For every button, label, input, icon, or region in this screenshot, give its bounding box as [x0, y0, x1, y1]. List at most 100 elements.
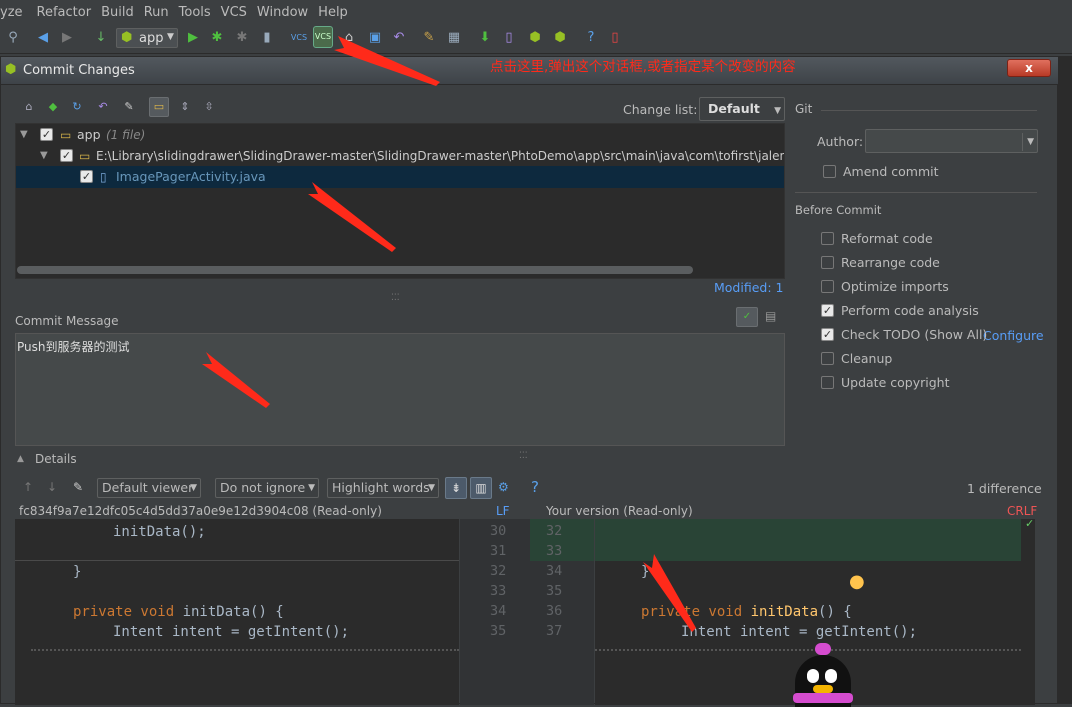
move-to-changelist-icon[interactable]: ◆ — [45, 99, 61, 115]
git-panel-divider — [795, 192, 1037, 193]
debug-icon[interactable]: ✱ — [208, 29, 226, 47]
settings-icon[interactable]: ✎ — [420, 29, 438, 47]
forward-icon[interactable]: ▶ — [58, 29, 76, 47]
collapse-unchanged-icon[interactable]: ⇟ — [445, 477, 467, 499]
right-line-ending: CRLF — [1007, 504, 1038, 518]
menu-help[interactable]: Help — [318, 5, 356, 20]
phone-icon[interactable]: ▯ — [606, 29, 624, 47]
left-revision-title: fc834f9a7e12dfc05c4d5dd37a0e9e12d3904c08… — [19, 504, 382, 518]
option-checkbox[interactable] — [821, 256, 834, 269]
author-select[interactable]: ▼ — [865, 129, 1038, 153]
option-checkbox[interactable] — [821, 376, 834, 389]
menu-window[interactable]: Window — [257, 5, 316, 20]
main-toolbar: ⚲ ◀ ▶ ↓ ⬢ app ▼ ▶ ✱ ✱ ▮ VCS VCS ⌂ ▣ ↶ ✎ … — [0, 24, 1072, 54]
tree-row-file[interactable]: ✓ ▯ ImagePagerActivity.java — [16, 166, 784, 188]
run-config-select[interactable]: ⬢ app ▼ — [116, 28, 178, 48]
code-line: Intent intent = getIntent(); — [681, 624, 918, 640]
commit-message-input[interactable]: Push到服务器的测试 — [15, 333, 785, 446]
highlight-select[interactable]: Highlight words ▼ — [327, 478, 439, 498]
horizontal-scrollbar[interactable] — [17, 266, 693, 274]
expand-all-icon[interactable]: ⇕ — [177, 99, 193, 115]
left-line-ending: LF — [496, 504, 510, 518]
folder-icon: ▭ — [79, 149, 91, 163]
checkbox-module[interactable]: ✓ — [40, 128, 53, 141]
expand-icon[interactable]: ▼ — [40, 145, 48, 167]
author-label: Author: — [817, 134, 864, 149]
checkbox-directory[interactable]: ✓ — [60, 149, 73, 162]
run-icon[interactable]: ▶ — [184, 29, 202, 47]
search-icon[interactable]: ⚲ — [4, 29, 22, 47]
option-checkbox[interactable] — [821, 280, 834, 293]
commit-changes-dialog: ⬢ Commit Changes x ⌂ ◆ ↻ ↶ ✎ ▭ ⇕ ⇳ Chang… — [0, 56, 1059, 707]
gear-icon[interactable]: ⚙ — [498, 480, 509, 494]
tree-row-directory[interactable]: ▼ ✓ ▭ E:\Library\slidingdrawer\SlidingDr… — [16, 145, 784, 167]
avd-manager-icon[interactable]: ▯ — [500, 29, 518, 47]
sdk-manager-icon[interactable]: ⬇ — [476, 29, 494, 47]
expand-icon[interactable]: ▼ — [20, 124, 28, 146]
message-history-icon[interactable]: ▤ — [765, 309, 776, 323]
vcs-push-icon[interactable]: ⌂ — [340, 29, 358, 47]
code-line: initData(); — [113, 524, 206, 540]
sync-scroll-icon[interactable]: ▥ — [470, 477, 492, 499]
make-icon[interactable]: ↓ — [92, 29, 110, 47]
option-checkbox[interactable] — [821, 232, 834, 245]
option-checkbox[interactable]: ✓ — [821, 304, 834, 317]
vcs-diff-icon[interactable]: ⌂ — [21, 99, 37, 115]
edit-icon[interactable]: ✎ — [73, 480, 83, 494]
menu-refactor[interactable]: Refactor — [37, 5, 100, 20]
menu-vcs[interactable]: VCS — [221, 5, 255, 20]
git-section-divider — [821, 110, 1037, 111]
viewer-select[interactable]: Default viewer ▼ — [97, 478, 201, 498]
file-name: ImagePagerActivity.java — [116, 169, 266, 184]
menu-tools[interactable]: Tools — [179, 5, 219, 20]
ignore-select[interactable]: Do not ignore ▼ — [215, 478, 319, 498]
intention-bulb-icon[interactable]: ● — [849, 571, 865, 592]
code-line: } — [73, 564, 82, 580]
vcs-commit-icon[interactable]: VCS — [313, 26, 333, 48]
splitter-grip[interactable]: ⁚⁚⁚ — [391, 293, 400, 303]
checkbox-file[interactable]: ✓ — [80, 170, 93, 183]
revert-icon[interactable]: ↶ — [390, 29, 408, 47]
vcs-update-icon[interactable]: VCS — [290, 29, 308, 47]
previous-difference-icon[interactable]: ↑ — [23, 480, 33, 494]
attach-icon[interactable]: ✱ — [233, 29, 251, 47]
android-device-icon[interactable]: ⬢ — [551, 29, 569, 47]
group-by-directory-icon[interactable]: ▭ — [149, 97, 169, 117]
next-difference-icon[interactable]: ↓ — [47, 480, 57, 494]
device-monitor-icon[interactable]: ⬢ — [526, 29, 544, 47]
spellcheck-icon[interactable]: ✓ — [736, 307, 758, 327]
directory-path: E:\Library\slidingdrawer\SlidingDrawer-m… — [96, 149, 784, 163]
project-structure-icon[interactable]: ▦ — [445, 29, 463, 47]
changelist-select[interactable]: Default ▼ — [699, 97, 785, 121]
details-collapse-icon[interactable]: ▲ — [17, 454, 24, 464]
option-label: Cleanup — [841, 351, 893, 366]
right-revision-title: Your version (Read-only) — [546, 504, 693, 518]
difference-count: 1 difference — [967, 481, 1042, 496]
edit-source-icon[interactable]: ✎ — [121, 99, 137, 115]
option-checkbox[interactable]: ✓ — [821, 328, 834, 341]
menu-run[interactable]: Run — [144, 5, 177, 20]
menu-build[interactable]: Build — [101, 5, 142, 20]
left-line-number: 30 — [490, 523, 507, 539]
right-line-number: 32 — [546, 523, 563, 539]
refresh-icon[interactable]: ↻ — [69, 99, 85, 115]
back-icon[interactable]: ◀ — [34, 29, 52, 47]
help-icon[interactable]: ? — [582, 29, 600, 47]
right-line-number: 35 — [546, 583, 563, 599]
tree-row-module[interactable]: ▼ ✓ ▭ app (1 file) — [16, 124, 784, 146]
close-button[interactable]: x — [1007, 59, 1051, 77]
background-window-edge — [1058, 56, 1072, 704]
splitter-grip[interactable]: ⁚⁚⁚ — [519, 451, 528, 461]
option-checkbox[interactable] — [821, 352, 834, 365]
collapse-all-icon[interactable]: ⇳ — [201, 99, 217, 115]
chevron-down-icon: ▼ — [1022, 133, 1034, 151]
sync-icon[interactable]: ▮ — [258, 29, 276, 47]
vcs-history-icon[interactable]: ▣ — [366, 29, 384, 47]
rollback-icon[interactable]: ↶ — [95, 99, 111, 115]
menu-analyze[interactable]: yze — [0, 5, 31, 20]
amend-checkbox-box[interactable] — [823, 165, 836, 178]
configure-link[interactable]: Configure — [983, 328, 1044, 343]
chevron-down-icon: ▼ — [428, 483, 435, 493]
help-icon[interactable]: ? — [531, 478, 539, 496]
diff-left-editor[interactable]: initData(); } private void initData() { … — [15, 519, 459, 705]
